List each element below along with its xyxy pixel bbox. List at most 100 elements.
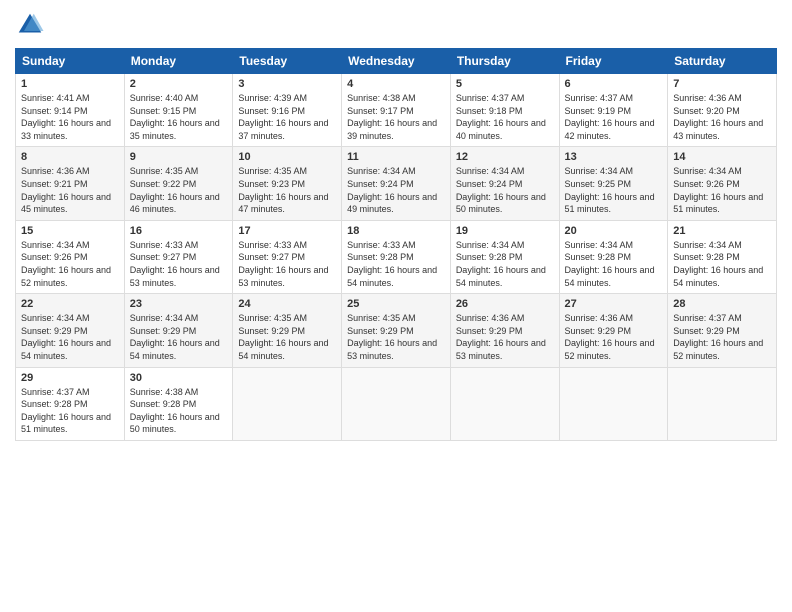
calendar-cell: 27 Sunrise: 4:36 AM Sunset: 9:29 PM Dayl… (559, 294, 668, 367)
day-info: Sunrise: 4:37 AM Sunset: 9:19 PM Dayligh… (565, 92, 663, 142)
week-row-1: 1 Sunrise: 4:41 AM Sunset: 9:14 PM Dayli… (16, 74, 777, 147)
calendar-cell: 8 Sunrise: 4:36 AM Sunset: 9:21 PM Dayli… (16, 147, 125, 220)
logo (15, 10, 47, 40)
day-number: 8 (21, 151, 119, 163)
calendar-cell: 15 Sunrise: 4:34 AM Sunset: 9:26 PM Dayl… (16, 220, 125, 293)
calendar-cell: 4 Sunrise: 4:38 AM Sunset: 9:17 PM Dayli… (342, 74, 451, 147)
calendar-cell: 2 Sunrise: 4:40 AM Sunset: 9:15 PM Dayli… (124, 74, 233, 147)
day-number: 15 (21, 225, 119, 237)
calendar-cell: 6 Sunrise: 4:37 AM Sunset: 9:19 PM Dayli… (559, 74, 668, 147)
calendar-cell: 12 Sunrise: 4:34 AM Sunset: 9:24 PM Dayl… (450, 147, 559, 220)
day-number: 24 (238, 298, 336, 310)
column-header-sunday: Sunday (16, 49, 125, 74)
day-info: Sunrise: 4:35 AM Sunset: 9:29 PM Dayligh… (347, 312, 445, 362)
column-header-tuesday: Tuesday (233, 49, 342, 74)
day-number: 29 (21, 372, 119, 384)
column-header-monday: Monday (124, 49, 233, 74)
day-info: Sunrise: 4:37 AM Sunset: 9:18 PM Dayligh… (456, 92, 554, 142)
column-header-saturday: Saturday (668, 49, 777, 74)
header-row: SundayMondayTuesdayWednesdayThursdayFrid… (16, 49, 777, 74)
day-number: 14 (673, 151, 771, 163)
calendar-cell: 20 Sunrise: 4:34 AM Sunset: 9:28 PM Dayl… (559, 220, 668, 293)
calendar-cell (233, 367, 342, 440)
day-number: 23 (130, 298, 228, 310)
calendar-cell: 9 Sunrise: 4:35 AM Sunset: 9:22 PM Dayli… (124, 147, 233, 220)
day-number: 21 (673, 225, 771, 237)
day-number: 30 (130, 372, 228, 384)
calendar-cell: 19 Sunrise: 4:34 AM Sunset: 9:28 PM Dayl… (450, 220, 559, 293)
day-number: 18 (347, 225, 445, 237)
day-info: Sunrise: 4:35 AM Sunset: 9:22 PM Dayligh… (130, 165, 228, 215)
day-number: 26 (456, 298, 554, 310)
day-number: 16 (130, 225, 228, 237)
day-info: Sunrise: 4:41 AM Sunset: 9:14 PM Dayligh… (21, 92, 119, 142)
calendar-cell (342, 367, 451, 440)
calendar-cell: 5 Sunrise: 4:37 AM Sunset: 9:18 PM Dayli… (450, 74, 559, 147)
week-row-2: 8 Sunrise: 4:36 AM Sunset: 9:21 PM Dayli… (16, 147, 777, 220)
calendar-cell: 25 Sunrise: 4:35 AM Sunset: 9:29 PM Dayl… (342, 294, 451, 367)
logo-icon (15, 10, 45, 40)
calendar-cell: 16 Sunrise: 4:33 AM Sunset: 9:27 PM Dayl… (124, 220, 233, 293)
calendar-cell (559, 367, 668, 440)
week-row-5: 29 Sunrise: 4:37 AM Sunset: 9:28 PM Dayl… (16, 367, 777, 440)
calendar-cell: 22 Sunrise: 4:34 AM Sunset: 9:29 PM Dayl… (16, 294, 125, 367)
day-info: Sunrise: 4:34 AM Sunset: 9:29 PM Dayligh… (130, 312, 228, 362)
calendar-cell: 28 Sunrise: 4:37 AM Sunset: 9:29 PM Dayl… (668, 294, 777, 367)
day-number: 5 (456, 78, 554, 90)
day-number: 10 (238, 151, 336, 163)
day-number: 7 (673, 78, 771, 90)
calendar-cell: 14 Sunrise: 4:34 AM Sunset: 9:26 PM Dayl… (668, 147, 777, 220)
column-header-friday: Friday (559, 49, 668, 74)
calendar-cell: 17 Sunrise: 4:33 AM Sunset: 9:27 PM Dayl… (233, 220, 342, 293)
calendar-cell (668, 367, 777, 440)
day-number: 1 (21, 78, 119, 90)
calendar-cell (450, 367, 559, 440)
day-info: Sunrise: 4:34 AM Sunset: 9:26 PM Dayligh… (673, 165, 771, 215)
day-info: Sunrise: 4:33 AM Sunset: 9:28 PM Dayligh… (347, 239, 445, 289)
day-info: Sunrise: 4:34 AM Sunset: 9:28 PM Dayligh… (673, 239, 771, 289)
day-number: 25 (347, 298, 445, 310)
day-info: Sunrise: 4:36 AM Sunset: 9:21 PM Dayligh… (21, 165, 119, 215)
calendar-cell: 18 Sunrise: 4:33 AM Sunset: 9:28 PM Dayl… (342, 220, 451, 293)
day-number: 17 (238, 225, 336, 237)
day-info: Sunrise: 4:33 AM Sunset: 9:27 PM Dayligh… (238, 239, 336, 289)
column-header-wednesday: Wednesday (342, 49, 451, 74)
calendar-cell: 23 Sunrise: 4:34 AM Sunset: 9:29 PM Dayl… (124, 294, 233, 367)
day-info: Sunrise: 4:34 AM Sunset: 9:24 PM Dayligh… (347, 165, 445, 215)
day-info: Sunrise: 4:34 AM Sunset: 9:28 PM Dayligh… (565, 239, 663, 289)
day-info: Sunrise: 4:36 AM Sunset: 9:29 PM Dayligh… (565, 312, 663, 362)
calendar-cell: 11 Sunrise: 4:34 AM Sunset: 9:24 PM Dayl… (342, 147, 451, 220)
day-number: 12 (456, 151, 554, 163)
day-number: 6 (565, 78, 663, 90)
calendar-cell: 10 Sunrise: 4:35 AM Sunset: 9:23 PM Dayl… (233, 147, 342, 220)
day-number: 28 (673, 298, 771, 310)
day-info: Sunrise: 4:36 AM Sunset: 9:20 PM Dayligh… (673, 92, 771, 142)
day-number: 11 (347, 151, 445, 163)
calendar-cell: 21 Sunrise: 4:34 AM Sunset: 9:28 PM Dayl… (668, 220, 777, 293)
calendar-cell: 26 Sunrise: 4:36 AM Sunset: 9:29 PM Dayl… (450, 294, 559, 367)
day-info: Sunrise: 4:34 AM Sunset: 9:29 PM Dayligh… (21, 312, 119, 362)
day-number: 27 (565, 298, 663, 310)
calendar-cell: 3 Sunrise: 4:39 AM Sunset: 9:16 PM Dayli… (233, 74, 342, 147)
day-info: Sunrise: 4:36 AM Sunset: 9:29 PM Dayligh… (456, 312, 554, 362)
calendar-cell: 29 Sunrise: 4:37 AM Sunset: 9:28 PM Dayl… (16, 367, 125, 440)
day-info: Sunrise: 4:34 AM Sunset: 9:26 PM Dayligh… (21, 239, 119, 289)
day-info: Sunrise: 4:40 AM Sunset: 9:15 PM Dayligh… (130, 92, 228, 142)
day-info: Sunrise: 4:39 AM Sunset: 9:16 PM Dayligh… (238, 92, 336, 142)
day-number: 2 (130, 78, 228, 90)
calendar-cell: 24 Sunrise: 4:35 AM Sunset: 9:29 PM Dayl… (233, 294, 342, 367)
day-number: 4 (347, 78, 445, 90)
day-number: 3 (238, 78, 336, 90)
calendar-cell: 13 Sunrise: 4:34 AM Sunset: 9:25 PM Dayl… (559, 147, 668, 220)
calendar-cell: 30 Sunrise: 4:38 AM Sunset: 9:28 PM Dayl… (124, 367, 233, 440)
calendar-header: SundayMondayTuesdayWednesdayThursdayFrid… (16, 49, 777, 74)
day-info: Sunrise: 4:34 AM Sunset: 9:25 PM Dayligh… (565, 165, 663, 215)
day-number: 20 (565, 225, 663, 237)
day-info: Sunrise: 4:34 AM Sunset: 9:28 PM Dayligh… (456, 239, 554, 289)
header (15, 10, 777, 40)
page: SundayMondayTuesdayWednesdayThursdayFrid… (0, 0, 792, 612)
week-row-3: 15 Sunrise: 4:34 AM Sunset: 9:26 PM Dayl… (16, 220, 777, 293)
day-number: 9 (130, 151, 228, 163)
day-info: Sunrise: 4:35 AM Sunset: 9:23 PM Dayligh… (238, 165, 336, 215)
calendar-cell: 1 Sunrise: 4:41 AM Sunset: 9:14 PM Dayli… (16, 74, 125, 147)
